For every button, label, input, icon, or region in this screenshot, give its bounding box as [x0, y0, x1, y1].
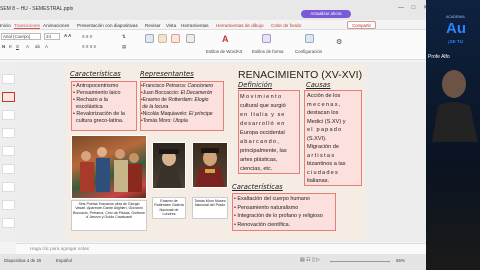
highlight-button[interactable]: ab	[35, 44, 40, 49]
webcam-brand: Au	[446, 20, 466, 37]
bullets-icon[interactable]: ≡ ≡ ≡	[82, 34, 92, 39]
wordart-icon[interactable]: A	[222, 34, 229, 44]
ribbon-toolbar: Arial (Cuerpo) 24 A A N K S A ab A ≡ ≡ ≡…	[0, 30, 426, 60]
help-icon[interactable]: ⚙	[336, 38, 342, 46]
causas-text: Acción de los mecenas, destacan los Medi…	[307, 93, 346, 184]
font-size-select[interactable]: 24	[44, 33, 60, 40]
list-item: •Nicolás Maquiavelo: El príncipe	[141, 111, 213, 117]
list-item: • Revalorización de la	[73, 111, 125, 117]
caracteristicas-list: • Antropocentrismo • Pensamiento laico •…	[73, 83, 125, 125]
caption-seis-poetas: Seis Poetas Toscanos obra de Giorgio Vas…	[71, 200, 147, 231]
slide-thumbnail[interactable]	[2, 146, 15, 156]
tab-animaciones[interactable]: Animaciones	[43, 23, 69, 28]
grow-font-button[interactable]: A A	[64, 33, 71, 38]
underline-button[interactable]: S	[16, 44, 19, 49]
tab-vista[interactable]: Vista	[166, 23, 176, 28]
webcam-tagline: ¡SE TÚ	[448, 39, 464, 44]
portrait-erasmo-icon	[156, 149, 182, 188]
slide-counter: Diapositiva 4 de 26	[4, 258, 42, 263]
caracteristicas2-heading: Características	[232, 183, 283, 191]
webcam-presenter-label: Profe Alfo	[428, 54, 450, 60]
wordart-styles-label: Estilos de WordArt	[206, 49, 243, 54]
slide-title: RENACIMIENTO (XV-XVI)	[238, 69, 363, 81]
share-button[interactable]: Compartir	[347, 21, 376, 29]
update-now-button[interactable]: Actualizar ahora	[301, 10, 351, 18]
painting-seis-poetas	[71, 135, 147, 199]
title-bar: SEM 8 – HU - SEMESTRAL.pptx Actualizar a…	[0, 0, 428, 20]
configuration-label: Configuración	[295, 49, 323, 54]
arrange-icon[interactable]	[158, 34, 167, 43]
slide-thumbnail[interactable]	[2, 218, 15, 228]
italic-button[interactable]: K	[9, 44, 12, 49]
shape-styles-label: Estilos de forma	[252, 49, 284, 54]
tab-herramientas[interactable]: Herramientas	[181, 23, 209, 28]
tab-transiciones[interactable]: Transiciones	[14, 23, 40, 29]
shapes-icon[interactable]	[145, 34, 154, 43]
slide-thumbnails-pane	[0, 62, 16, 242]
clear-format-button[interactable]: A	[45, 44, 48, 49]
configuration-icon[interactable]	[305, 34, 314, 43]
list-item: • Renovación científica.	[234, 221, 291, 228]
bold-button[interactable]: N	[2, 44, 5, 49]
list-item: escolástica	[76, 104, 103, 110]
caracteristicas-heading: Características	[70, 70, 121, 78]
align-icon[interactable]: ≡ ≡ ≡ ≡	[82, 44, 96, 49]
caption-erasmo: Erasmo de Rotterdam Galería Nacional de …	[152, 197, 186, 219]
slide-thumbnail[interactable]	[2, 74, 15, 84]
tab-revisar[interactable]: Revisar	[145, 23, 161, 28]
definicion-text: Movimiento cultural que surgió en Italia…	[240, 94, 287, 172]
webcam-side-text: ACADEMIA	[446, 15, 465, 19]
list-item: de la locura	[142, 104, 169, 110]
list-item: •Tomás Moro: Utopía	[141, 118, 188, 124]
list-item: •Juan Boccaccio: El Decamerón	[141, 90, 213, 96]
slide-thumbnail[interactable]	[2, 182, 15, 192]
tab-presentacion[interactable]: Presentación con diapositivas	[77, 23, 138, 28]
painting-erasmo	[152, 142, 186, 189]
webcam-overlay: ACADEMIA Au ¡SE TÚ Profe Alfo	[426, 0, 480, 270]
caption-moro: Tomás Moro Museo Nacional del Prado	[192, 197, 228, 219]
shape-styles-icon[interactable]	[262, 34, 271, 43]
document-title: SEM 8 – HU - SEMESTRAL.pptx	[0, 6, 74, 12]
zoom-level[interactable]: 65%	[396, 258, 405, 263]
list-item: • Integración de lo profano y religioso	[234, 213, 323, 220]
text-direction-icon[interactable]: ⇅	[122, 34, 126, 40]
list-item: • Pensamiento laico	[73, 90, 121, 96]
notes-placeholder: Haga clic para agregar notas	[30, 246, 89, 251]
slide-thumbnail[interactable]	[2, 110, 15, 120]
causas-heading: Causas	[306, 81, 331, 89]
presenter-silhouette-icon	[432, 70, 478, 142]
tab-inicio[interactable]: Inicio	[0, 23, 11, 28]
slide-thumbnail[interactable]	[2, 200, 15, 210]
slide-thumbnail[interactable]	[2, 164, 15, 174]
fill-icon[interactable]	[186, 34, 195, 43]
font-color-button[interactable]: A	[26, 44, 29, 49]
slide-thumbnail-active[interactable]	[2, 92, 15, 102]
list-item: • Pensamiento naturalismo	[234, 204, 299, 211]
list-item: •Francisco Petrarca: Cancionero	[141, 83, 214, 89]
portrait-moro-icon	[195, 148, 225, 187]
columns-icon[interactable]: ▤	[122, 44, 126, 50]
painting-figures-icon	[80, 147, 142, 192]
caracteristicas2-list: • Exaltación del cuerpo humano • Pensami…	[234, 195, 323, 229]
view-buttons[interactable]: ▤ ☷ ▯ ▷	[300, 257, 320, 263]
representantes-heading: Representantes	[140, 70, 194, 78]
slide-thumbnail[interactable]	[2, 128, 15, 138]
tab-color-fondo[interactable]: Color de fondo	[271, 23, 301, 28]
slide[interactable]: Características • Antropocentrismo • Pen…	[66, 64, 366, 240]
list-item: •Erasmo de Rotterdam: Elogio	[141, 97, 209, 103]
list-item: • Antropocentrismo	[73, 83, 119, 89]
list-item: • Rechazo a la	[73, 97, 108, 103]
painting-tomas-moro	[192, 142, 228, 188]
zoom-slider[interactable]	[330, 261, 390, 262]
list-item: cultura greco-latina.	[76, 118, 124, 124]
font-name-select[interactable]: Arial (Cuerpo)	[1, 33, 41, 40]
representantes-list: •Francisco Petrarca: Cancionero •Juan Bo…	[141, 83, 213, 125]
quick-styles-icon[interactable]	[171, 34, 180, 43]
language-indicator[interactable]: Español	[56, 258, 72, 263]
status-bar: Diapositiva 4 de 26 Español ▤ ☷ ▯ ▷ 65%	[0, 254, 480, 270]
definicion-heading: Definición	[238, 81, 273, 89]
list-item: • Exaltación del cuerpo humano	[234, 196, 310, 202]
tab-herramientas-dibujo[interactable]: Herramientas de dibujo	[216, 23, 264, 28]
notes-pane[interactable]: Haga clic para agregar notas	[16, 243, 426, 254]
